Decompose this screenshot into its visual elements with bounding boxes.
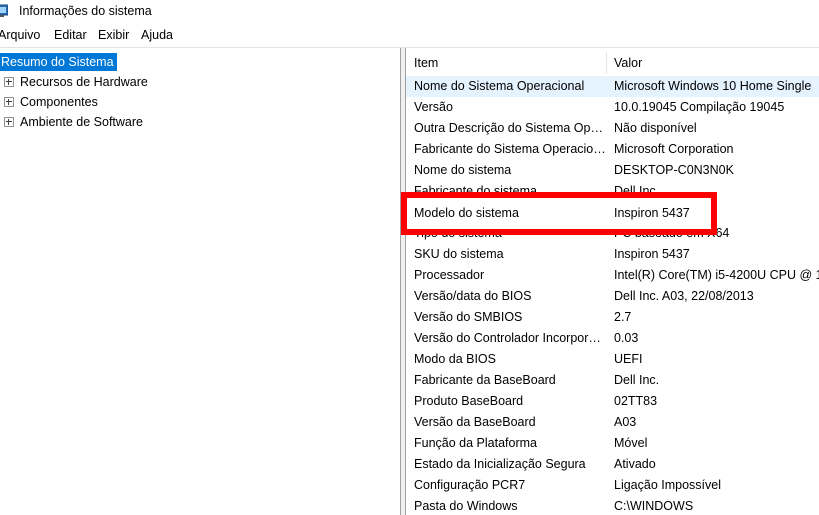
- table-row[interactable]: Versão do SMBIOS 2.7: [406, 307, 819, 328]
- expand-icon[interactable]: [4, 117, 14, 127]
- table-row[interactable]: Nome do sistema DESKTOP-C0N3N0K: [406, 160, 819, 181]
- row-value: C:\WINDOWS: [614, 499, 694, 513]
- menu-arquivo[interactable]: Arquivo: [0, 28, 40, 42]
- row-value: Microsoft Corporation: [614, 142, 734, 156]
- row-item: Versão do Controlador Incorporado: [414, 331, 606, 345]
- row-value: Microsoft Windows 10 Home Single: [614, 79, 812, 93]
- table-row[interactable]: Versão/data do BIOS Dell Inc. A03, 22/08/…: [406, 286, 819, 307]
- table-row[interactable]: Função da Plataforma Móvel: [406, 433, 819, 454]
- row-item: Pasta do Windows: [414, 499, 518, 513]
- row-value: 02TT83: [614, 394, 658, 408]
- table-row[interactable]: Versão da BaseBoard A03: [406, 412, 819, 433]
- row-value: A03: [614, 415, 637, 429]
- row-value: Ativado: [614, 457, 656, 471]
- row-item: Estado da Inicialização Segura: [414, 457, 586, 471]
- row-item: SKU do sistema: [414, 247, 504, 261]
- row-item: Versão/data do BIOS: [414, 289, 532, 303]
- menu-editar[interactable]: Editar: [54, 28, 87, 42]
- table-row[interactable]: SKU do sistema Inspiron 5437: [406, 244, 819, 265]
- table-row[interactable]: Nome do Sistema Operacional Microsoft Win…: [406, 76, 819, 97]
- table-row[interactable]: Pasta do Windows C:\WINDOWS: [406, 496, 819, 515]
- table-row[interactable]: Produto BaseBoard 02TT83: [406, 391, 819, 412]
- system-info-icon: [0, 4, 8, 17]
- table-row[interactable]: Fabricante da BaseBoard Dell Inc.: [406, 370, 819, 391]
- row-item: Produto BaseBoard: [414, 394, 524, 408]
- row-value: Não disponível: [614, 121, 697, 135]
- row-item: Processador: [414, 268, 485, 282]
- row-item: Fabricante da BaseBoard: [414, 373, 556, 387]
- row-item: Nome do sistema: [414, 163, 512, 177]
- row-item: Fabricante do Sistema Operacional: [414, 142, 606, 156]
- table-row[interactable]: Versão do Controlador Incorporado 0.03: [406, 328, 819, 349]
- tree-item-resumo-do-sistema[interactable]: Resumo do Sistema: [0, 53, 117, 71]
- row-value: 10.0.19045 Compilação 19045: [614, 100, 785, 114]
- row-value: Dell Inc.: [614, 373, 660, 387]
- row-value: Ligação Impossível: [614, 478, 722, 492]
- table-row[interactable]: Versão 10.0.19045 Compilação 19045: [406, 97, 819, 118]
- highlighted-value: Inspiron 5437: [614, 206, 690, 220]
- row-value: Móvel: [614, 436, 648, 450]
- row-value: 2.7: [614, 310, 632, 324]
- menu-bar: Arquivo Editar Exibir Ajuda: [0, 25, 819, 45]
- table-row[interactable]: Modo da BIOS UEFI: [406, 349, 819, 370]
- row-item: Configuração PCR7: [414, 478, 526, 492]
- window-title: Informações do sistema: [19, 4, 152, 18]
- table-row[interactable]: Processador Intel(R) Core(TM) i5-4200U CP…: [406, 265, 819, 286]
- tree-item-label: Recursos de Hardware: [20, 75, 148, 89]
- row-value: DESKTOP-C0N3N0K: [614, 163, 734, 177]
- row-value: Intel(R) Core(TM) i5-4200U CPU @ 1: [614, 268, 819, 282]
- row-item: Modo da BIOS: [414, 352, 496, 366]
- row-value: Dell Inc. A03, 22/08/2013: [614, 289, 754, 303]
- table-row[interactable]: Configuração PCR7 Ligação Impossível: [406, 475, 819, 496]
- table-row[interactable]: Fabricante do Sistema Operacional Microso…: [406, 139, 819, 160]
- list-header: Item Valor: [406, 48, 819, 77]
- row-item: Versão do SMBIOS: [414, 310, 523, 324]
- row-item: Versão: [414, 100, 453, 114]
- tree-item-label: Componentes: [20, 95, 98, 109]
- column-header-value[interactable]: Valor: [606, 48, 642, 76]
- row-value: UEFI: [614, 352, 643, 366]
- row-item: Nome do Sistema Operacional: [414, 79, 585, 93]
- row-value: Inspiron 5437: [614, 247, 690, 261]
- details-list[interactable]: Item Valor Nome do Sistema Operacional Mi…: [406, 48, 819, 515]
- expand-icon[interactable]: [4, 97, 14, 107]
- menu-exibir[interactable]: Exibir: [98, 28, 129, 42]
- row-item: Versão da BaseBoard: [414, 415, 536, 429]
- column-header-item[interactable]: Item: [406, 48, 438, 76]
- highlight-annotation: Modelo do sistema Inspiron 5437: [401, 192, 717, 235]
- table-row[interactable]: Outra Descrição do Sistema Operacional Nã…: [406, 118, 819, 139]
- menu-ajuda[interactable]: Ajuda: [141, 28, 173, 42]
- row-item: Função da Plataforma: [414, 436, 537, 450]
- tree-item-label: Ambiente de Software: [20, 115, 143, 129]
- expand-icon[interactable]: [4, 77, 14, 87]
- highlighted-item: Modelo do sistema: [414, 206, 519, 220]
- table-row[interactable]: Estado da Inicialização Segura Ativado: [406, 454, 819, 475]
- title-bar: Informações do sistema: [0, 0, 819, 24]
- row-value: 0.03: [614, 331, 639, 345]
- row-item: Outra Descrição do Sistema Operacional: [414, 121, 606, 135]
- tree-pane[interactable]: Resumo do Sistema Recursos de Hardware C…: [0, 48, 401, 515]
